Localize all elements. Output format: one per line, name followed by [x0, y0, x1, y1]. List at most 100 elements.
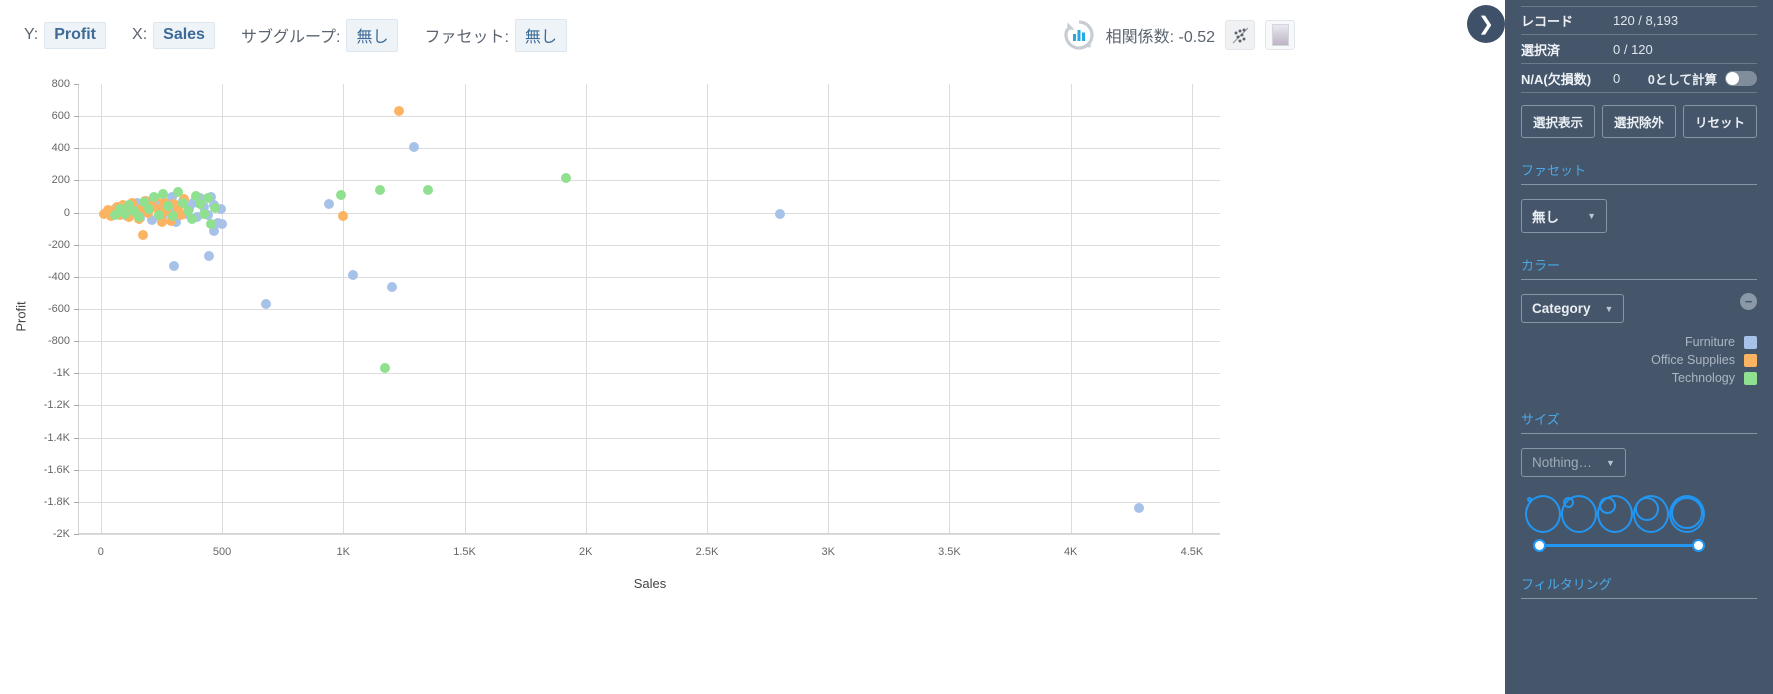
- gridline-vertical: [706, 84, 708, 533]
- scatter-point[interactable]: [209, 202, 220, 213]
- scatter-point[interactable]: [260, 299, 271, 310]
- size-circle-1: [1527, 497, 1532, 502]
- slider-knob-max[interactable]: [1692, 539, 1705, 552]
- stat-label: レコード: [1521, 14, 1574, 29]
- scatter-point[interactable]: [134, 212, 145, 223]
- gradient-square-icon[interactable]: [1265, 20, 1295, 50]
- legend-swatch[interactable]: [1744, 335, 1757, 349]
- x-axis-selector[interactable]: Sales: [153, 21, 215, 49]
- scatter-point[interactable]: [148, 192, 159, 203]
- x-axis-tick-label: 4.5K: [1180, 546, 1204, 558]
- scatter-point[interactable]: [217, 218, 228, 229]
- legend-swatch[interactable]: [1744, 371, 1757, 385]
- na-toggle-label: 0として計算: [1647, 72, 1717, 87]
- slider-knob-min[interactable]: [1533, 539, 1546, 552]
- legend-item[interactable]: Technology: [1521, 369, 1757, 387]
- gridline-horizontal: [79, 212, 1220, 214]
- size-cell: [1633, 495, 1669, 533]
- exclude-selection-button[interactable]: 選択除外: [1602, 105, 1676, 138]
- chevron-down-icon: ▼: [1604, 303, 1614, 314]
- scatter-point[interactable]: [423, 185, 434, 196]
- y-axis-tick-mark: [74, 437, 79, 439]
- correlation-coefficient: 相関係数: -0.52: [1105, 29, 1215, 46]
- scatter-point[interactable]: [379, 362, 390, 373]
- y-axis-tick-mark: [74, 501, 79, 503]
- scatter-point[interactable]: [153, 209, 164, 220]
- scatter-point[interactable]: [143, 204, 154, 215]
- scatter-point[interactable]: [338, 210, 349, 221]
- x-axis-tick-label: 3K: [821, 546, 835, 558]
- facet-selector[interactable]: 無し: [514, 18, 567, 52]
- scatter-point[interactable]: [198, 208, 209, 219]
- size-preview: [1521, 495, 1757, 533]
- gridline-horizontal: [79, 309, 1220, 310]
- y-axis-tick-label: -1.8K: [43, 495, 70, 508]
- scatter-point[interactable]: [204, 250, 215, 261]
- y-axis-tick-mark: [74, 534, 79, 535]
- scatter-point[interactable]: [374, 185, 385, 196]
- gridline-vertical: [100, 84, 102, 533]
- legend-item[interactable]: Office Supplies: [1521, 351, 1757, 369]
- size-circle-3: [1599, 497, 1616, 514]
- chevron-right-icon[interactable]: ❯: [1467, 5, 1505, 43]
- y-axis-tick-mark: [74, 180, 79, 182]
- size-dropdown[interactable]: Nothing… ▼: [1521, 448, 1626, 477]
- y-axis-tick-label: -600: [47, 303, 70, 315]
- facet-section-title: ファセット: [1521, 160, 1757, 185]
- subgroup-selector[interactable]: 無し: [346, 18, 399, 52]
- scatter-point[interactable]: [202, 193, 213, 204]
- y-axis-tick-mark: [74, 212, 79, 214]
- y-axis-tick-label: -1K: [52, 367, 70, 380]
- reset-button[interactable]: リセット: [1683, 105, 1757, 138]
- scatter-plot-icon[interactable]: [1225, 20, 1255, 50]
- scatter-point[interactable]: [172, 186, 183, 197]
- gridline-vertical: [222, 84, 224, 533]
- toolbar-right-group: 相関係数: -0.52: [1062, 0, 1295, 70]
- scatter-point[interactable]: [168, 211, 179, 222]
- color-dropdown-value: Category: [1532, 301, 1591, 316]
- y-axis-tick-label: 400: [51, 142, 70, 155]
- scatter-point[interactable]: [386, 282, 397, 293]
- scatter-point[interactable]: [138, 230, 149, 241]
- chevron-down-icon: ▼: [1606, 457, 1615, 468]
- scatter-point[interactable]: [394, 106, 405, 116]
- scatter-point[interactable]: [163, 200, 174, 211]
- chevron-down-icon: ▼: [1587, 211, 1596, 221]
- facet-dropdown[interactable]: 無し ▼: [1521, 199, 1607, 233]
- na-as-zero-toggle[interactable]: [1725, 70, 1757, 86]
- minus-circle-icon[interactable]: −: [1740, 293, 1757, 310]
- y-axis-tick-mark: [74, 116, 79, 118]
- legend-swatch[interactable]: [1744, 353, 1757, 367]
- scatter-plot-canvas[interactable]: Profit Sales 800 600 400 200 0 -200 -400 -600 -8…: [14, 78, 1220, 591]
- scatter-point[interactable]: [408, 142, 419, 152]
- y-axis-tick-mark: [74, 84, 79, 85]
- scatter-point[interactable]: [158, 189, 169, 200]
- scatter-point[interactable]: [168, 260, 179, 271]
- legend-label: Furniture: [1684, 335, 1735, 349]
- show-selection-button[interactable]: 選択表示: [1521, 105, 1595, 138]
- size-range-slider[interactable]: [1533, 538, 1705, 552]
- gridline-vertical: [1070, 84, 1072, 533]
- refresh-chart-icon[interactable]: [1062, 18, 1096, 52]
- gridline-horizontal: [79, 373, 1220, 375]
- scatter-point[interactable]: [1133, 503, 1144, 514]
- scatter-point[interactable]: [206, 219, 217, 230]
- y-axis-tick-mark: [74, 469, 79, 471]
- y-axis-tick-label: -2K: [52, 528, 70, 540]
- y-axis-tick-label: 0: [63, 206, 70, 219]
- scatter-point[interactable]: [774, 209, 785, 220]
- x-axis-tick-label: 2K: [579, 546, 593, 558]
- scatter-point[interactable]: [186, 214, 197, 224]
- color-dropdown[interactable]: Category ▼: [1521, 294, 1625, 323]
- y-axis-selector[interactable]: Profit: [44, 21, 107, 49]
- scatter-point[interactable]: [561, 173, 572, 184]
- legend-item[interactable]: Furniture: [1521, 333, 1757, 351]
- scatter-plot-app: Y: Profit X: Sales サブグループ: 無し ファセット: 無し: [0, 0, 1773, 694]
- scatter-point[interactable]: [119, 208, 130, 219]
- scatter-point[interactable]: [347, 270, 358, 281]
- scatter-point[interactable]: [335, 189, 346, 200]
- color-legend: Furniture Office Supplies Technology: [1521, 333, 1757, 387]
- gridline-horizontal: [79, 469, 1220, 471]
- x-axis-tick-label: 4K: [1063, 546, 1078, 558]
- scatter-point[interactable]: [323, 198, 334, 209]
